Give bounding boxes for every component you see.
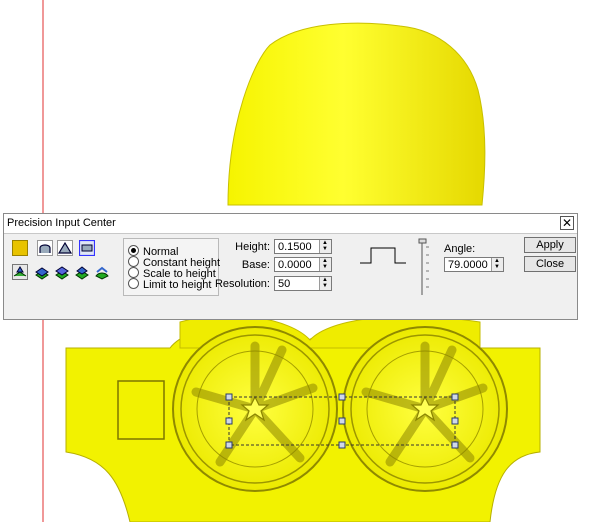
dome-profile-icon[interactable]	[37, 240, 53, 256]
base-spinner[interactable]: ▲ ▼	[319, 258, 331, 271]
right-wheel	[342, 326, 508, 492]
dialog-title: Precision Input Center	[7, 217, 116, 229]
radio-normal-indicator[interactable]	[128, 245, 139, 256]
slider-track-icon[interactable]	[418, 237, 430, 297]
radio-scale-to-height-indicator[interactable]	[128, 267, 139, 278]
close-icon[interactable]: ✕	[560, 216, 574, 230]
height-spinner[interactable]: ▲ ▼	[319, 240, 331, 253]
resolution-spinner[interactable]: ▲ ▼	[319, 277, 331, 290]
base-field[interactable]: 0.0000 ▲ ▼	[274, 257, 332, 272]
step-profile-icon	[360, 247, 406, 264]
height-mode-group: Normal Constant height Scale to height L…	[123, 238, 220, 296]
height-label: Height:	[235, 241, 270, 253]
angle-spinner[interactable]: ▲ ▼	[491, 258, 503, 271]
base-label: Base:	[241, 259, 270, 271]
radio-constant-height-indicator[interactable]	[128, 256, 139, 267]
layer-smooth-icon[interactable]	[94, 264, 110, 280]
angle-field[interactable]: 79.0000 ▲ ▼	[444, 257, 504, 272]
resolution-label: Resolution:	[214, 278, 270, 290]
layer-add-icon[interactable]	[34, 264, 50, 280]
cone-profile-icon[interactable]	[57, 240, 73, 256]
model-dome	[227, 22, 486, 206]
angle-label: Angle:	[444, 243, 476, 255]
layer-tool-icon[interactable]	[12, 264, 28, 280]
dialog-titlebar[interactable]: Precision Input Center ✕	[4, 214, 577, 234]
radio-limit-to-height[interactable]: Limit to height	[128, 278, 211, 291]
resolution-field[interactable]: 50 ▲ ▼	[274, 276, 332, 291]
left-wheel	[172, 326, 338, 492]
radio-limit-to-height-indicator[interactable]	[128, 278, 139, 289]
layer-merge-icon[interactable]	[54, 264, 70, 280]
layer-subtract-icon[interactable]	[74, 264, 90, 280]
close-button[interactable]: Close	[524, 256, 576, 272]
precision-input-center-dialog: Precision Input Center ✕ Normal Constant	[3, 213, 578, 320]
apply-button[interactable]: Apply	[524, 237, 576, 253]
color-swatch-icon[interactable]	[12, 240, 28, 256]
flat-profile-icon[interactable]	[79, 240, 95, 256]
height-field[interactable]: 0.1500 ▲ ▼	[274, 239, 332, 254]
